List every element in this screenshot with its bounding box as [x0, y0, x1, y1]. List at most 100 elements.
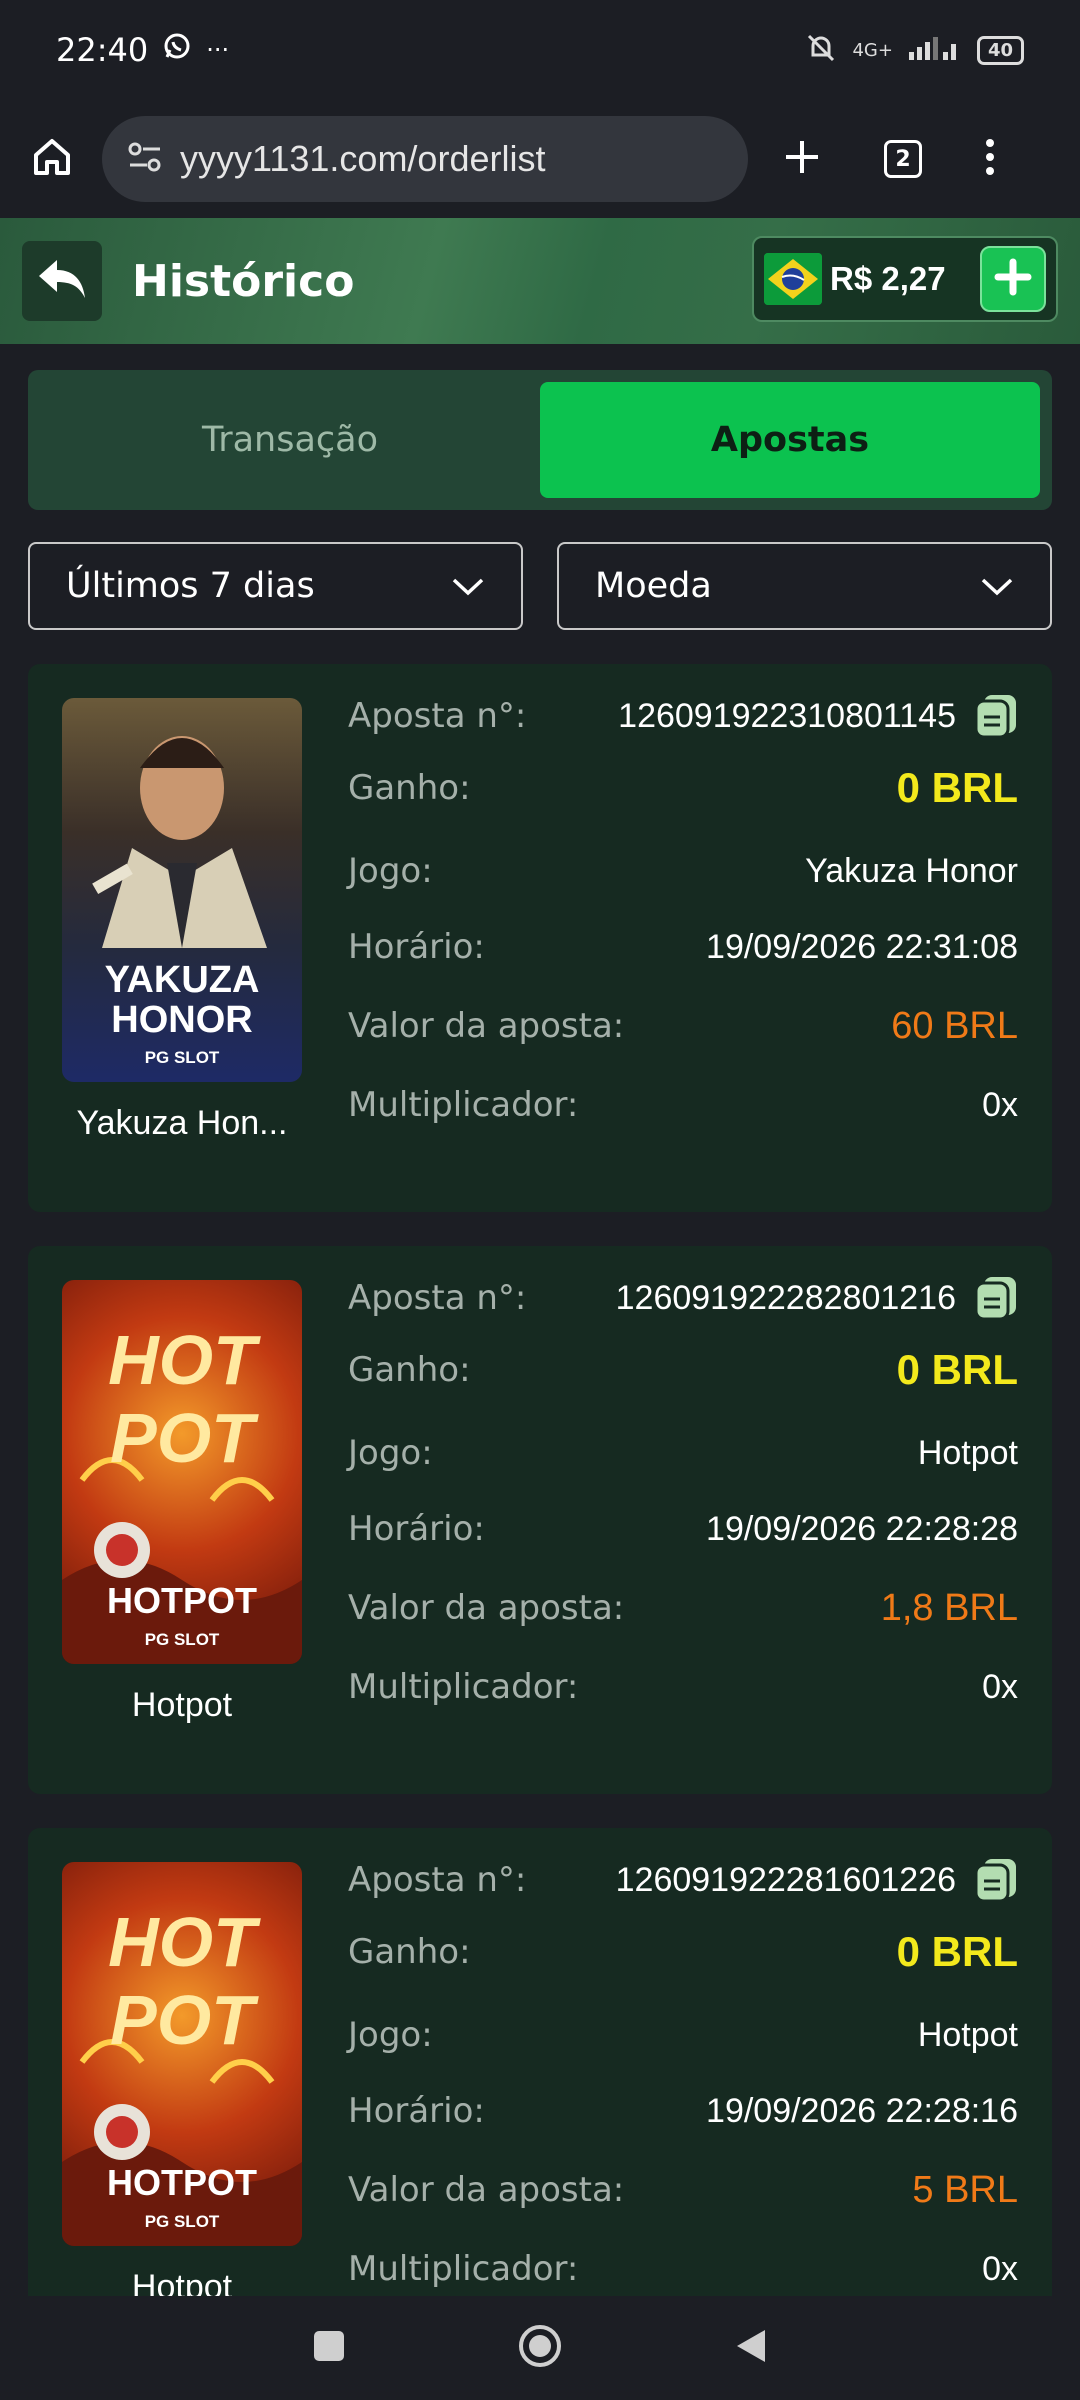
thumb-brand: PG SLOT: [144, 1048, 220, 1067]
recents-icon[interactable]: [311, 2328, 347, 2368]
time-row: Horário: 19/09/2026 22:28:16: [348, 2076, 1018, 2146]
mute-bell-icon: [804, 31, 838, 70]
thumb-title-line2: POT: [110, 1981, 254, 2059]
signal-icon: [907, 34, 963, 67]
period-select[interactable]: Últimos 7 dias: [28, 542, 523, 630]
bet-no-row: Aposta n°: 126091922281601226: [348, 1850, 1018, 1910]
game-label: Jogo:: [348, 851, 433, 891]
notification-more-icon: ···: [206, 36, 230, 64]
bet-details: Aposta n°: 126091922282801216 Ganho: 0 B…: [348, 1268, 1018, 1722]
site-settings-icon[interactable]: [126, 138, 164, 180]
bet-no-value-group: 126091922281601226: [616, 1857, 1018, 1903]
win-row: Ganho: 0 BRL: [348, 746, 1018, 830]
game-caption: Hotpot: [131, 2268, 233, 2296]
tab-switcher-button[interactable]: 2: [884, 140, 922, 178]
bet-value-row: Valor da aposta: 5 BRL: [348, 2146, 1018, 2234]
bet-value-label: Valor da aposta:: [348, 1006, 625, 1046]
home-icon[interactable]: [28, 133, 76, 185]
currency-select[interactable]: Moeda: [557, 542, 1052, 630]
system-nav-bar: [0, 2296, 1080, 2400]
game-value: Yakuza Honor: [805, 851, 1018, 890]
game-row: Jogo: Hotpot: [348, 1412, 1018, 1494]
time-label: Horário:: [348, 2091, 485, 2131]
multiplier-label: Multiplicador:: [348, 1085, 579, 1125]
win-row: Ganho: 0 BRL: [348, 1910, 1018, 1994]
thumb-logo: HOTPOT: [107, 1580, 257, 1621]
thumb-title-line1: HOT: [108, 1903, 256, 1981]
url-text[interactable]: yyyy1131.com/orderlist: [180, 138, 545, 180]
plus-icon: [993, 257, 1033, 301]
brazil-flag-icon: [764, 253, 822, 305]
thumb-logo: HOTPOT: [107, 2162, 257, 2203]
browser-toolbar: yyyy1131.com/orderlist 2: [0, 100, 1080, 218]
win-value: 0 BRL: [896, 764, 1018, 811]
multiplier-label: Multiplicador:: [348, 1667, 579, 1707]
thumb-title-line2: HONOR: [111, 999, 253, 1041]
bet-no-value: 126091922310801145: [618, 696, 956, 735]
whatsapp-icon: [162, 31, 192, 69]
browser-actions: 2: [782, 137, 996, 181]
bet-no-value: 126091922281601226: [615, 1860, 956, 1899]
bet-no-label: Aposta n°:: [348, 696, 527, 736]
balance-amount: R$ 2,27: [830, 260, 946, 297]
filters-row: Últimos 7 dias Moeda: [28, 542, 1052, 630]
currency-select-value: Moeda: [595, 566, 712, 606]
deposit-button[interactable]: [980, 246, 1046, 312]
chevron-down-icon: [451, 566, 485, 606]
bet-value: 1,8 BRL: [880, 1586, 1018, 1629]
win-value: 0 BRL: [896, 1928, 1018, 1975]
copy-icon[interactable]: [974, 1857, 1018, 1903]
bet-no-value-group: 126091922282801216: [616, 1275, 1018, 1321]
thumb-brand: PG SLOT: [144, 2212, 220, 2231]
balance-widget: R$ 2,27: [752, 236, 1058, 322]
game-value: Hotpot: [917, 2015, 1018, 2054]
multiplier-row: Multiplicador: 0x: [348, 1652, 1018, 1722]
bet-value: 5 BRL: [912, 2168, 1018, 2211]
thumb-title-line1: YAKUZA: [104, 959, 260, 1001]
address-bar[interactable]: yyyy1131.com/orderlist: [102, 116, 748, 202]
history-tabs: Transação Apostas: [28, 370, 1052, 510]
bet-details: Aposta n°: 126091922281601226 Ganho: 0 B…: [348, 1850, 1018, 2296]
multiplier-row: Multiplicador: 0x: [348, 2234, 1018, 2296]
period-select-value: Últimos 7 dias: [66, 566, 315, 606]
multiplier-row: Multiplicador: 0x: [348, 1070, 1018, 1140]
bet-value-label: Valor da aposta:: [348, 2170, 625, 2210]
win-value: 0 BRL: [896, 1346, 1018, 1393]
bet-card: HOT POT HOTPOT PG SLOT Hotpot Aposta n°:…: [28, 1828, 1052, 2296]
multiplier-value: 0x: [982, 2249, 1018, 2288]
bet-value-row: Valor da aposta: 60 BRL: [348, 982, 1018, 1070]
game-thumbnail[interactable]: HOT POT HOTPOT PG SLOT: [62, 1862, 302, 2246]
time-value: 19/09/2026 22:28:28: [706, 1509, 1018, 1548]
multiplier-label: Multiplicador:: [348, 2249, 579, 2289]
game-thumbnail[interactable]: HOT POT HOTPOT PG SLOT: [62, 1280, 302, 1664]
time-row: Horário: 19/09/2026 22:28:28: [348, 1494, 1018, 1564]
multiplier-value: 0x: [982, 1667, 1018, 1706]
bet-value-label: Valor da aposta:: [348, 1588, 625, 1628]
copy-icon[interactable]: [974, 1275, 1018, 1321]
time-label: Horário:: [348, 927, 485, 967]
game-row: Jogo: Hotpot: [348, 1994, 1018, 2076]
thumb-title-line2: POT: [110, 1399, 254, 1477]
bet-no-label: Aposta n°:: [348, 1278, 527, 1318]
new-tab-icon[interactable]: [782, 137, 822, 181]
bet-no-value-group: 126091922310801145: [618, 693, 1018, 739]
bet-value-row: Valor da aposta: 1,8 BRL: [348, 1564, 1018, 1652]
game-label: Jogo:: [348, 2015, 433, 2055]
copy-icon[interactable]: [974, 693, 1018, 739]
tab-apostas[interactable]: Apostas: [540, 382, 1040, 498]
bet-no-row: Aposta n°: 126091922282801216: [348, 1268, 1018, 1328]
game-thumbnail[interactable]: YAKUZA HONOR PG SLOT: [62, 698, 302, 1082]
time-value: 19/09/2026 22:31:08: [706, 927, 1018, 966]
browser-menu-icon[interactable]: [984, 137, 996, 181]
status-left: 22:40 ···: [56, 31, 229, 69]
back-button[interactable]: [22, 241, 102, 321]
back-nav-icon[interactable]: [733, 2326, 769, 2370]
thumb-title-line1: HOT: [108, 1321, 256, 1399]
win-label: Ganho:: [348, 768, 471, 808]
home-nav-icon[interactable]: [517, 2323, 563, 2373]
multiplier-value: 0x: [982, 1085, 1018, 1124]
bet-card: HOT POT HOTPOT PG SLOT Hotpot Aposta n°:…: [28, 1246, 1052, 1794]
status-right: 4G+ 40: [804, 31, 1024, 70]
app-header: Histórico R$ 2,27: [0, 218, 1080, 344]
tab-transacao[interactable]: Transação: [40, 382, 540, 498]
